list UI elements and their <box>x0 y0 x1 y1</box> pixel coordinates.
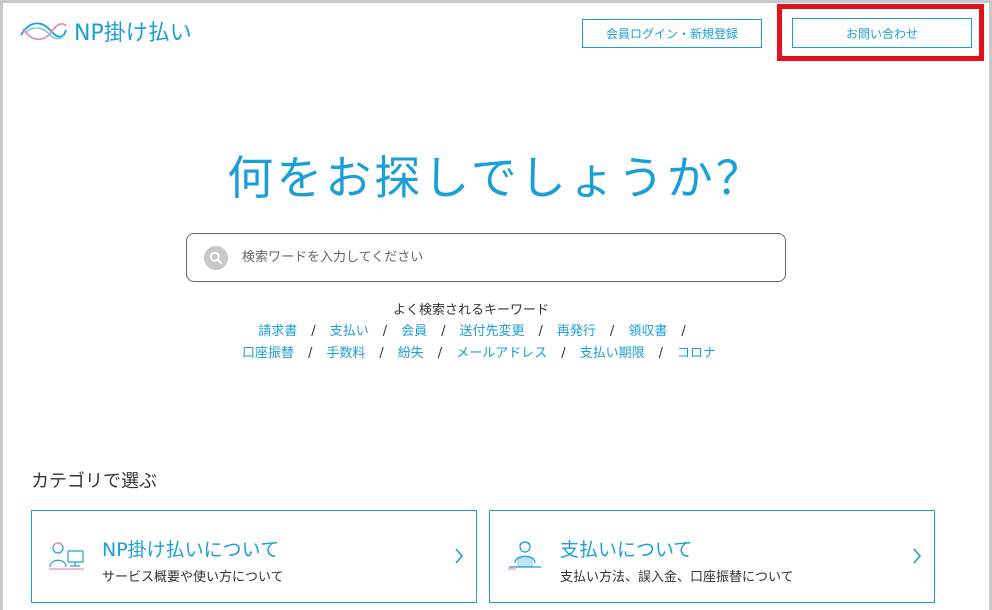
highlight-box <box>777 4 984 61</box>
chevron-right-icon <box>454 547 464 569</box>
keyword-link[interactable]: 支払い <box>330 324 369 339</box>
logo-text: NP掛け払い <box>74 21 192 46</box>
search-icon <box>204 245 228 270</box>
keyword-separator: / <box>311 324 316 339</box>
category-section-title: カテゴリで選ぶ <box>31 471 157 492</box>
keyword-separator: / <box>441 324 446 339</box>
keyword-separator: / <box>658 346 663 361</box>
keyword-separator: / <box>538 324 543 339</box>
person-payment-icon <box>506 539 544 577</box>
keywords-title: よく検索されるキーワード <box>392 303 549 318</box>
keyword-link[interactable]: 手数料 <box>326 346 365 361</box>
page-title: 何をお探しでしょうか？ <box>227 151 765 205</box>
keywords-row-2: 口座振替 / 手数料 / 紛失 / メールアドレス / 支払い期限 / コロナ <box>0 342 958 361</box>
card-title: 支払いについて <box>560 539 693 561</box>
chevron-right-icon <box>912 547 922 569</box>
login-register-button[interactable]: 会員ログイン・新規登録 <box>582 19 762 48</box>
keyword-link[interactable]: 請求書 <box>258 324 297 339</box>
keyword-link[interactable]: メールアドレス <box>456 346 547 361</box>
keyword-separator: / <box>437 346 443 361</box>
keyword-link[interactable]: 再発行 <box>557 324 596 339</box>
keyword-link[interactable]: コロナ <box>677 346 716 361</box>
keyword-link[interactable]: 支払い期限 <box>580 346 645 361</box>
keyword-separator: / <box>561 346 566 361</box>
keyword-link[interactable]: 会員 <box>401 324 427 339</box>
keyword-separator: / <box>382 324 388 339</box>
keyword-separator: / <box>379 346 384 361</box>
keyword-separator: / <box>609 324 615 339</box>
keyword-separator: / <box>307 346 313 361</box>
keyword-separator: / <box>681 324 686 339</box>
category-card-payment[interactable]: 支払いについて 支払い方法、誤入金、口座振替について <box>489 510 935 603</box>
search-box[interactable] <box>186 233 786 282</box>
card-description: サービス概要や使い方について <box>102 570 284 585</box>
keyword-link[interactable]: 紛失 <box>398 346 424 361</box>
category-card-np-service[interactable]: NP掛け払いについて サービス概要や使い方について <box>31 510 477 603</box>
search-input[interactable] <box>242 250 762 265</box>
keyword-link[interactable]: 口座振替 <box>242 346 294 361</box>
keywords-row-1: 請求書 / 支払い / 会員 / 送付先変更 / 再発行 / 領収書 / <box>0 320 958 339</box>
keyword-link[interactable]: 領収書 <box>628 324 667 339</box>
logo[interactable]: NP掛け払い <box>18 14 192 48</box>
keyword-link[interactable]: 送付先変更 <box>460 324 525 339</box>
card-description: 支払い方法、誤入金、口座振替について <box>560 570 794 585</box>
card-title: NP掛け払いについて <box>102 539 280 561</box>
logo-mark-icon <box>20 22 67 41</box>
person-computer-icon <box>48 539 86 577</box>
